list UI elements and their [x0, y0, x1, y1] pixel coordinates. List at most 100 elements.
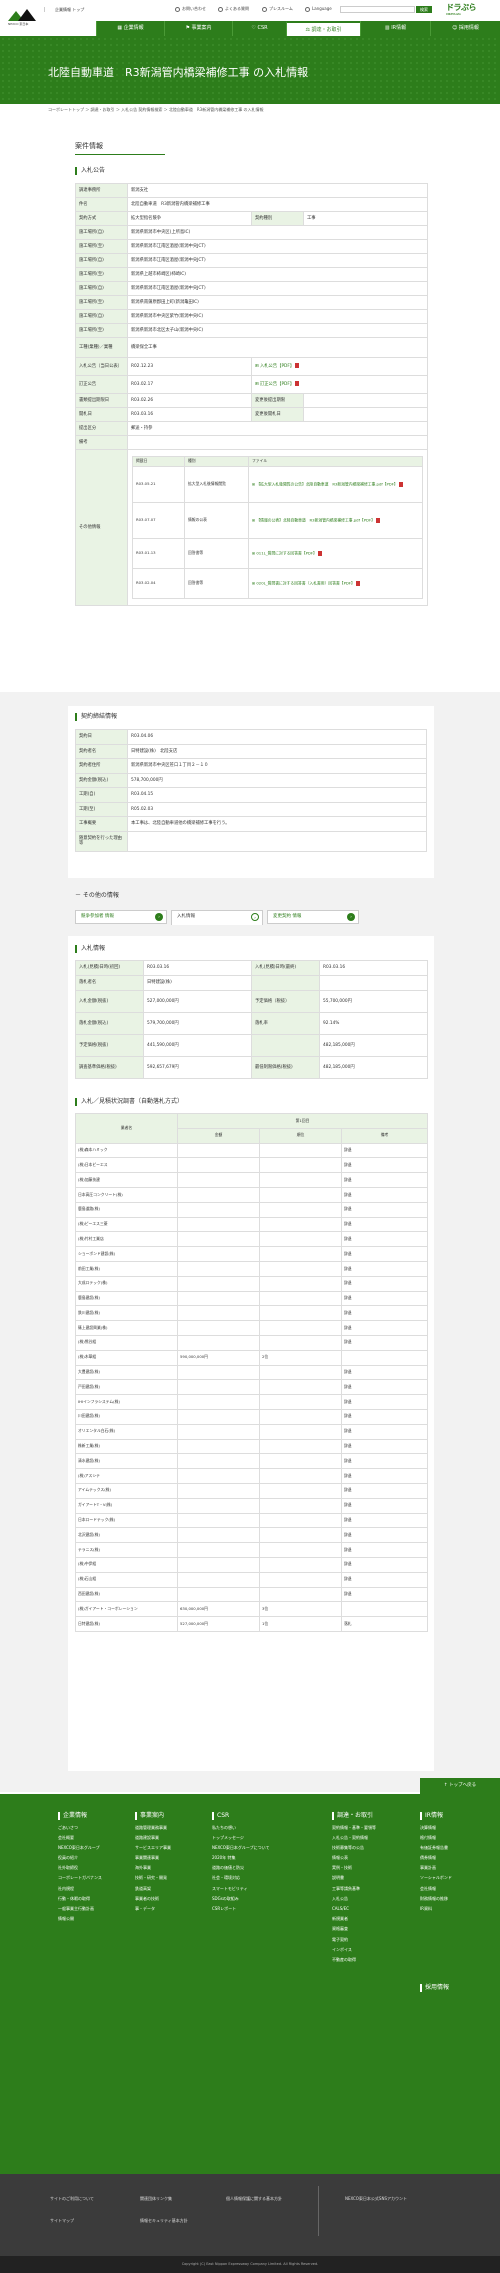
footer-link[interactable]: 道路の価値と防災 — [212, 1865, 272, 1870]
pdf-icon — [295, 381, 300, 387]
footer-link[interactable]: CSRレポート — [212, 1906, 272, 1911]
pdf-link[interactable]: ⊞ 011L_質問に対する回答書【PDF】 — [248, 537, 423, 569]
footer-link-privacy[interactable]: 個人情報保護に関する基本方針 — [226, 2196, 282, 2201]
footer-link[interactable]: 実例・技術 — [332, 1865, 402, 1870]
footer-link-usage[interactable]: サイトのご利用について — [50, 2196, 94, 2201]
footer-link[interactable]: 電子契約 — [332, 1937, 402, 1942]
footer-link[interactable]: ソーシャルボンド — [420, 1875, 480, 1880]
tab-bid-info[interactable]: 入札情報 › — [171, 910, 263, 925]
footer-link[interactable]: 有価証券報告書 — [420, 1845, 480, 1850]
footer-link-security[interactable]: 情報セキュリティ基本方針 — [140, 2218, 188, 2223]
footer-link[interactable]: 海外事業 — [135, 1865, 195, 1870]
company-name: IHIインフラシステム(株) — [75, 1394, 178, 1410]
footer-link[interactable]: IR資料 — [420, 1906, 480, 1911]
back-to-top-button[interactable]: ↑ トップへ戻る — [420, 1778, 500, 1794]
footer-link[interactable]: 資格審査 — [332, 1926, 402, 1931]
footer-link[interactable]: 事・データ — [135, 1906, 195, 1911]
footer-link[interactable]: 私たちの想い — [212, 1825, 272, 1830]
bid-rank — [259, 1305, 342, 1322]
search-button[interactable]: 検索 — [416, 6, 432, 13]
footer-link[interactable]: コーポレートガバナンス — [58, 1875, 118, 1880]
footer-link[interactable]: スマートモビリティ — [212, 1886, 272, 1891]
pdf-link[interactable]: ⊞ 【情報の公表】北陸自動車道 R3新潟管内橋梁補修工事.pdf【PDF】 — [248, 501, 423, 539]
bid-amount — [177, 1586, 260, 1603]
footer-link[interactable]: CALS/EC — [332, 1906, 402, 1911]
footer-link[interactable]: 情報公表 — [332, 1855, 402, 1860]
footer-link[interactable]: 財務情報の推移 — [420, 1896, 480, 1901]
press-room-link[interactable]: プレスルーム — [262, 6, 293, 12]
footer-link[interactable]: 債券情報 — [420, 1855, 480, 1860]
nexco-logo[interactable]: NEXCO 東日本 — [8, 7, 38, 26]
footer-link[interactable]: 格付情報 — [420, 1835, 480, 1840]
footer-col-title[interactable]: IR情報 — [420, 1812, 480, 1820]
footer-link[interactable]: NEXCO東日本グループ — [58, 1845, 118, 1850]
footer-link[interactable]: 事業計画 — [420, 1865, 480, 1870]
footer-link[interactable]: 情報公開 — [58, 1916, 118, 1921]
pdf-link[interactable]: ⊞ 訂正公告【PDF】 — [251, 375, 428, 394]
nav-corporate[interactable]: ▦ 企業情報 — [96, 21, 164, 36]
footer-link[interactable]: 説明書 — [332, 1875, 402, 1880]
other-date: R03.05.21 — [132, 465, 185, 503]
pdf-link[interactable]: ⊞ 【拡大型入札後閲覧の公告】北陸自動車道 R3新潟管内橋梁補修工事.pdf【P… — [248, 465, 423, 503]
footer-link-sns[interactable]: NEXCO東日本公式SNSアカウント — [345, 2196, 407, 2201]
footer-link[interactable]: 会社情報 — [420, 1886, 480, 1891]
nav-ir[interactable]: ▥ IR情報 — [360, 21, 430, 36]
search-input[interactable] — [340, 6, 415, 13]
drapla-logo[interactable]: ドラぷら DRIVE PLAZA — [446, 3, 484, 17]
footer-link[interactable]: 社内規程 — [58, 1886, 118, 1891]
footer-link[interactable]: 契約情報・基準・要領等 — [332, 1825, 402, 1830]
footer-link[interactable]: 社会・環境対応 — [212, 1875, 272, 1880]
footer-link[interactable]: 役員の紹介 — [58, 1855, 118, 1860]
pdf-link[interactable]: ⊞ 020L_質問書に対する回答書（入札書用）回答書【PDF】 — [248, 567, 423, 599]
footer-link[interactable]: 不動産の取得 — [332, 1957, 402, 1962]
footer-col-title[interactable]: 事業案内 — [135, 1812, 195, 1820]
nav-procurement[interactable]: ⚖ 調達・お取引 — [286, 21, 360, 36]
contact-link[interactable]: お問い合わせ — [175, 6, 206, 12]
footer-link[interactable]: 入札公告 — [332, 1896, 402, 1901]
footer-link[interactable]: 工事等請負基準 — [332, 1886, 402, 1891]
footer-link[interactable]: 2020年 特集 — [212, 1855, 272, 1860]
footer-link[interactable]: 道路管理業務事業 — [135, 1825, 195, 1830]
footer-link[interactable]: 社外取締役 — [58, 1865, 118, 1870]
corporate-top-link[interactable]: 企業情報 トップ — [44, 7, 94, 12]
bid-note: 辞退 — [340, 1468, 429, 1484]
footer-link[interactable]: 入札公告・契約情報 — [332, 1835, 402, 1840]
footer-link[interactable]: サービスエリア事業 — [135, 1845, 195, 1850]
footer-link[interactable]: 技術募集等の公告 — [332, 1845, 402, 1850]
footer-link[interactable]: 事業関連事業 — [135, 1855, 195, 1860]
tab-change-contract[interactable]: 変更契約 情報 › — [267, 910, 359, 924]
footer-link[interactable]: 新規業者 — [332, 1916, 402, 1921]
nav-csr[interactable]: ♡ CSR — [232, 21, 286, 36]
footer-col-title[interactable]: 企業情報 — [58, 1812, 118, 1820]
footer-link[interactable]: NEXCO東日本グループについて — [212, 1845, 272, 1850]
footer-col: 事業案内道路管理業務事業 道路建設事業 サービスエリア事業 事業関連事業 海外事業技術・… — [135, 1812, 195, 1916]
notice-row: 契約方式 拡大型指名競争 契約種別 工事 — [75, 211, 428, 226]
footer-link[interactable]: 決算情報 — [420, 1825, 480, 1830]
footer-link[interactable]: 鉄道高架 — [135, 1886, 195, 1891]
pdf-link[interactable]: ⊞ 入札公告【PDF】 — [251, 357, 428, 376]
footer-link[interactable]: 会社概要 — [58, 1835, 118, 1840]
footer-link[interactable]: 道路建設事業 — [135, 1835, 195, 1840]
footer-col-title[interactable]: 採用情報 — [420, 1984, 480, 1992]
bid-amount — [177, 1468, 260, 1484]
footer-col-title[interactable]: 調達・お取引 — [332, 1812, 402, 1820]
tab-competitors[interactable]: 競争参加者 情報 › — [75, 910, 167, 924]
nav-business[interactable]: ⚑ 事業案内 — [164, 21, 232, 36]
footer-link[interactable]: 一般事業主行動計画 — [58, 1906, 118, 1911]
footer-link-sitemap[interactable]: サイトマップ — [50, 2218, 74, 2223]
footer-link[interactable]: 行動・休暇の取得 — [58, 1896, 118, 1901]
row-value: 拡大型指名競争 — [127, 211, 252, 226]
language-link[interactable]: Language — [305, 6, 332, 12]
table-row: 鉄川建設(株) 辞退 — [75, 1305, 429, 1322]
faq-link[interactable]: よくある質問 — [218, 6, 249, 12]
footer-link[interactable]: インボイス — [332, 1947, 402, 1952]
bid-table: 入札(見積)日時(初回) R03.03.16 入札(見積)日時(最終) R03.03.… — [75, 960, 428, 1079]
footer-link[interactable]: トップメッセージ — [212, 1835, 272, 1840]
footer-link[interactable]: ごあいさつ — [58, 1825, 118, 1830]
nav-recruit[interactable]: ☺ 採用情報 — [430, 21, 500, 36]
footer-link-related[interactable]: 関連団体リンク集 — [140, 2196, 172, 2201]
footer-link[interactable]: SDGsの取組み — [212, 1896, 272, 1901]
footer-col-title[interactable]: CSR — [212, 1812, 272, 1820]
footer-link[interactable]: 事業者の技術 — [135, 1896, 195, 1901]
footer-link[interactable]: 技術・研究・開発 — [135, 1875, 195, 1880]
